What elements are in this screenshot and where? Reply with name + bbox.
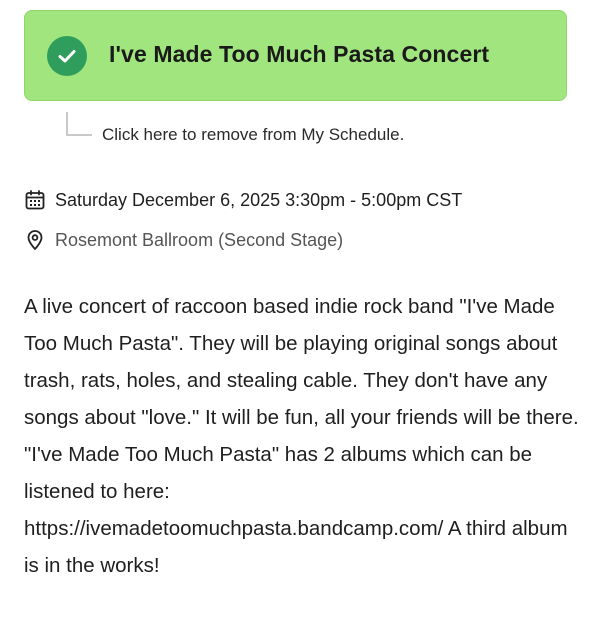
event-title: I've Made Too Much Pasta Concert bbox=[109, 41, 490, 67]
event-datetime-row: Saturday December 6, 2025 3:30pm - 5:00p… bbox=[24, 189, 462, 211]
location-pin-icon bbox=[24, 229, 46, 251]
check-circle-icon bbox=[47, 36, 87, 76]
event-description: A live concert of raccoon based indie ro… bbox=[24, 295, 579, 577]
remove-from-schedule-hint[interactable]: Click here to remove from My Schedule. bbox=[102, 125, 404, 145]
event-location[interactable]: Rosemont Ballroom (Second Stage) bbox=[55, 230, 343, 251]
my-schedule-toggle-button[interactable]: I've Made Too Much Pasta Concert bbox=[24, 10, 567, 101]
event-datetime: Saturday December 6, 2025 3:30pm - 5:00p… bbox=[55, 189, 463, 210]
event-detail-page: I've Made Too Much Pasta Concert Click h… bbox=[0, 0, 591, 630]
calendar-icon bbox=[24, 189, 46, 211]
event-location-row: Rosemont Ballroom (Second Stage) bbox=[24, 229, 343, 251]
hint-connector-line bbox=[66, 112, 92, 136]
